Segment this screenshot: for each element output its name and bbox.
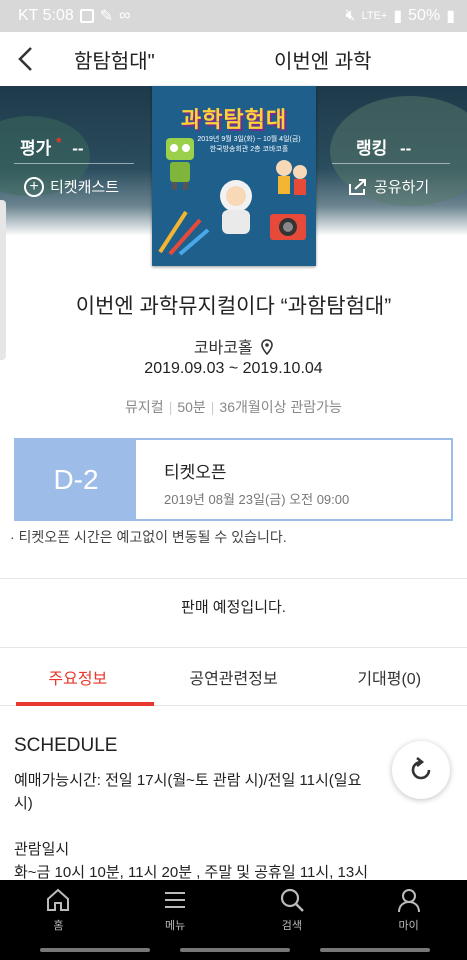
nav-menu-label: 메뉴 — [165, 920, 186, 932]
sale-status: 판매 예정입니다. — [181, 599, 286, 616]
menu-icon — [165, 892, 186, 908]
ticketcast-button[interactable]: + 티켓캐스트 — [24, 176, 119, 197]
user-icon — [397, 889, 420, 913]
poster-title: 과학탐험대 — [180, 107, 288, 132]
battery-icon: ▮ — [446, 8, 455, 25]
age-rating: 36개월이상 관람가능 — [219, 399, 342, 415]
tab-performance-info[interactable]: 공연관련정보 — [156, 648, 312, 705]
booking-time-text: 예매가능시간: 전일 17시(월~토 관람 시)/전일 11시(일요 시) — [14, 769, 444, 815]
back-button[interactable] — [0, 32, 50, 86]
system-pill — [180, 948, 290, 952]
chevron-left-icon — [18, 47, 32, 71]
rating-star: * — [56, 134, 62, 150]
poster-line-2: 한국방송회관 2층 코바코홀 — [209, 146, 289, 153]
robot-illustration-icon — [166, 138, 194, 190]
rating: 평가 * -- — [20, 134, 84, 159]
refresh-icon — [411, 756, 431, 780]
show-title: 이번엔 과학뮤지컬이다 “과함탐험대” — [75, 295, 392, 318]
ticket-open-datetime: 2019년 08월 23일(금) 오전 09:00 — [164, 492, 350, 507]
nav-search-label: 검색 — [281, 920, 302, 932]
system-nav-bar — [0, 940, 467, 960]
home-icon — [47, 888, 70, 911]
rating-label: 평가 — [20, 139, 52, 158]
kids-illustration-icon — [276, 160, 307, 195]
marquee-text-2: 이번엔 과학 — [274, 51, 372, 73]
astronaut-illustration-icon — [220, 180, 252, 234]
show-period: 2019.09.03 ~ 2019.10.04 — [144, 360, 323, 377]
tab-reviews[interactable]: 기대평(0) — [311, 648, 467, 705]
ticket-open-card: D-2 티켓오픈 2019년 08월 23일(금) 오전 09:00 — [14, 438, 453, 521]
ranking: 랭킹 -- — [356, 134, 411, 159]
venue-name: 코바코홀 — [193, 340, 253, 357]
signal-icon: ▮ — [393, 8, 403, 25]
search-icon — [280, 888, 304, 912]
image-icon — [79, 9, 94, 23]
view-date-text: 관람일시 화~금 10시 10분, 11시 20분 , 주말 및 공휴일 11시… — [14, 838, 444, 884]
poster-line-1: 2019년 9월 3일(화) ~ 10월 4일(금) — [197, 136, 301, 143]
genre: 뮤지컬 — [125, 399, 164, 415]
system-pill — [40, 948, 150, 952]
view-date-label: 관람일시 — [14, 841, 70, 858]
pencils-illustration-icon — [158, 210, 210, 256]
ranking-label: 랭킹 — [356, 139, 388, 158]
dday-badge: D-2 — [16, 440, 136, 519]
carrier-time: KT 5:08 — [18, 7, 74, 24]
system-pill — [320, 948, 430, 952]
tab-main-info[interactable]: 주요정보 — [0, 648, 156, 706]
link-icon: ∞ — [119, 7, 131, 24]
share-label: 공유하기 — [374, 179, 430, 196]
booking-time-line-2: 시) — [14, 795, 33, 812]
ticket-open-label: 티켓오픈 — [164, 463, 227, 482]
share-icon — [349, 178, 366, 195]
nav-search[interactable]: 검색 — [234, 880, 351, 940]
show-meta: 뮤지컬 | 50분 | 36개월이상 관람가능 — [125, 399, 342, 415]
show-poster[interactable]: 과학탐험대 2019년 9월 3일(화) ~ 10월 4일(금) 한국방송회관 … — [152, 86, 316, 266]
divider — [14, 163, 134, 164]
network-label: LTE+ — [361, 10, 388, 22]
detail-tabs: 주요정보 공연관련정보 기대평(0) — [0, 648, 467, 706]
app-bar: 함탐험대" 이번엔 과학 — [0, 32, 467, 86]
ticketcast-label: 티켓캐스트 — [50, 179, 120, 196]
nav-my[interactable]: 마이 — [350, 880, 467, 940]
nav-home-label: 홈 — [53, 920, 64, 932]
notification-icon: ✎ — [99, 8, 114, 25]
refresh-button[interactable] — [392, 741, 450, 799]
booking-time-line-1: 예매가능시간: 전일 17시(월~토 관람 시)/전일 11시(일요 — [14, 772, 362, 789]
location-pin-icon — [261, 339, 273, 356]
runtime: 50분 — [177, 399, 206, 415]
divider — [332, 163, 450, 164]
section-title: SCHEDULE — [14, 735, 118, 756]
venue[interactable]: 코바코홀 — [0, 334, 467, 358]
nav-my-label: 마이 — [398, 920, 419, 932]
marquee-text-1: 함탐험대" — [74, 51, 155, 73]
share-button[interactable]: 공유하기 — [348, 176, 429, 197]
camera-illustration-icon — [270, 214, 306, 240]
mute-icon: 🔇︎ — [345, 7, 356, 24]
nav-home[interactable]: 홈 — [0, 880, 117, 940]
rating-value: -- — [72, 139, 84, 158]
title-marquee: 함탐험대" 이번엔 과학 — [50, 32, 397, 86]
divider — [0, 578, 467, 579]
nav-menu[interactable]: 메뉴 — [117, 880, 234, 940]
battery-text: 50% — [408, 7, 441, 24]
status-bar: KT 5:08 ✎ ∞ 🔇︎ LTE+ ▮ 50% ▮ — [0, 0, 467, 32]
bottom-nav: 홈 메뉴 검색 마이 — [0, 880, 467, 940]
ticket-open-notice: · 티켓오픈 시간은 예고없이 변동될 수 있습니다. — [10, 529, 287, 545]
ranking-value: -- — [400, 139, 412, 158]
plus-circle-icon: + — [24, 176, 44, 197]
